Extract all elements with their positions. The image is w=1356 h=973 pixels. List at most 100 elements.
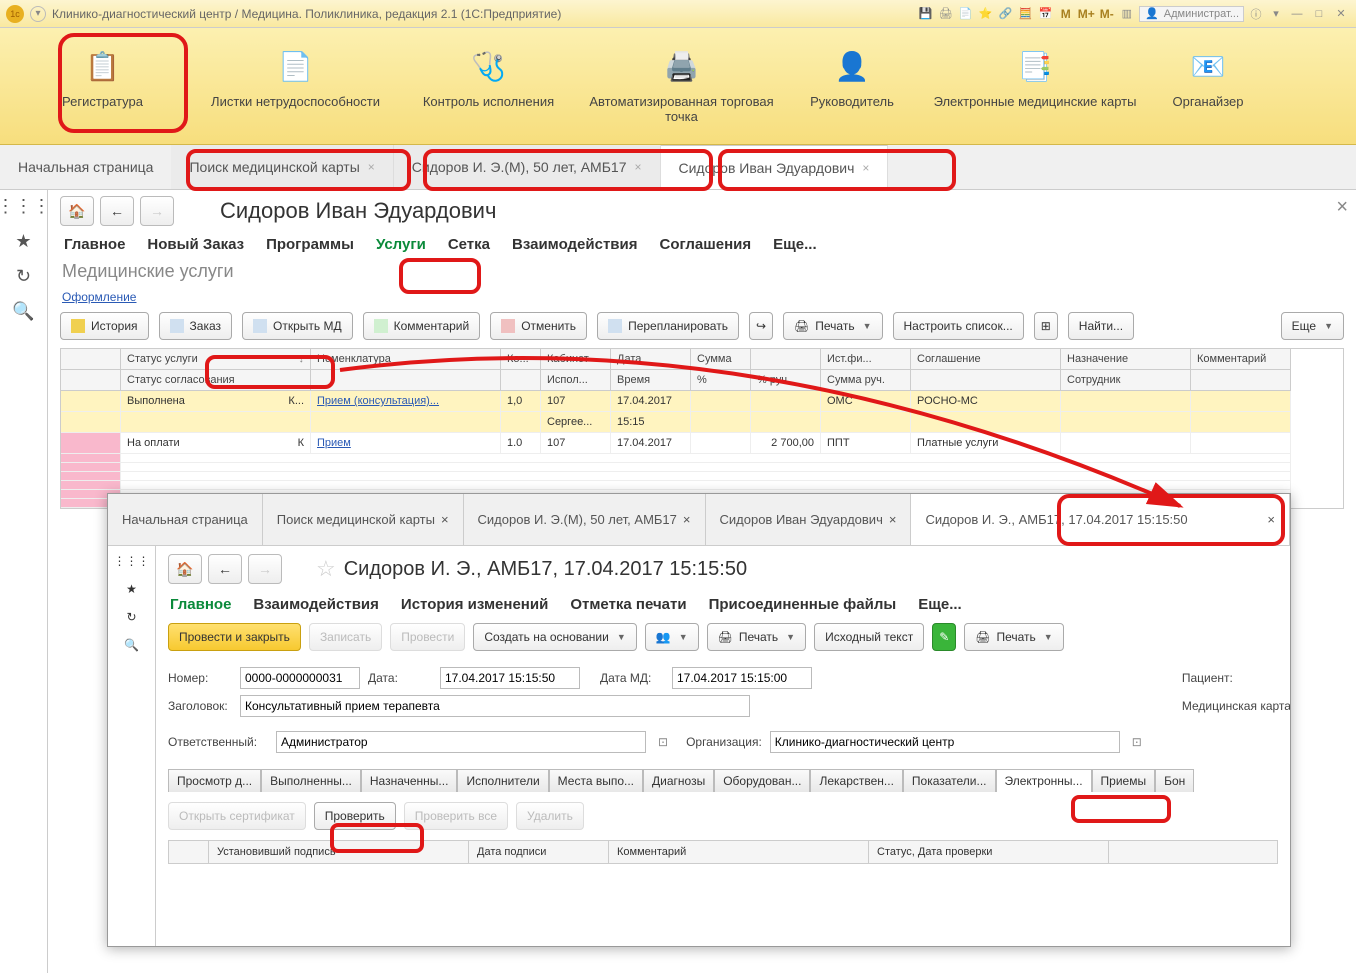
service-link[interactable]: Прием [317,437,351,449]
mdtab-history[interactable]: История изменений [401,596,548,613]
star-icon[interactable]: ⭐ [978,6,994,22]
link-icon[interactable]: 🔗 [998,6,1014,22]
close-icon[interactable]: × [889,512,897,527]
tab-patient-card[interactable]: Сидоров И. Э.(М), 50 лет, АМБ17× [394,145,661,189]
mminus-btn[interactable]: M- [1099,6,1115,22]
mplus-btn[interactable]: M+ [1078,6,1095,22]
st-electronic[interactable]: Электронны... [996,769,1092,792]
minimize-icon[interactable]: — [1288,6,1306,22]
comment-button[interactable]: Комментарий [363,312,481,340]
section-organizer[interactable]: 📧 Органайзер [1148,40,1268,144]
close-icon[interactable]: × [634,160,641,174]
otab-md[interactable]: Сидоров И. Э., АМБ17, 17.04.2017 15:15:5… [911,494,1290,545]
star-icon[interactable]: ★ [126,582,137,596]
otab-search[interactable]: Поиск медицинской карты× [263,494,464,545]
cancel-button[interactable]: Отменить [490,312,587,340]
service-link[interactable]: Прием (консультация)... [317,395,439,407]
table-row[interactable] [61,454,1343,463]
tab-services[interactable]: Услуги [376,236,426,253]
col-nomenclature[interactable]: Номенклатура [311,349,501,370]
st-equipment[interactable]: Оборудован... [714,769,810,792]
history-icon[interactable]: ↻ [126,610,136,624]
title-field[interactable] [240,695,750,717]
table-row[interactable] [61,463,1343,472]
col-percent-man[interactable]: % руч. [751,370,821,391]
delete-button[interactable]: Удалить [516,802,584,830]
home-button[interactable]: 🏠 [60,196,94,226]
col-approval[interactable]: Статус согласования [121,370,311,391]
sign-col-status[interactable]: Статус, Дата проверки [869,841,1109,863]
history-icon[interactable]: ↻ [16,266,31,287]
forward-button[interactable]: → [140,196,174,226]
link-design[interactable]: Оформление [62,290,136,304]
tab-new-order[interactable]: Новый Заказ [147,236,244,253]
check-button[interactable]: Проверить [314,802,396,830]
close-icon[interactable]: × [683,512,691,527]
st-meds[interactable]: Лекарствен... [810,769,902,792]
open-icon[interactable]: ⊡ [1132,735,1142,749]
calc-icon[interactable]: 🧮 [1018,6,1034,22]
col-worker[interactable]: Сотрудник [1061,370,1191,391]
col-percent[interactable]: % [691,370,751,391]
check-all-button[interactable]: Проверить все [404,802,508,830]
section-listki[interactable]: 📄 Листки нетрудоспособности [203,40,388,144]
st-visits[interactable]: Приемы [1092,769,1156,792]
replan-button[interactable]: Перепланировать [597,312,739,340]
configure-button[interactable]: Настроить список... [893,312,1024,340]
mdtab-files[interactable]: Присоединенные файлы [709,596,897,613]
datemd-field[interactable] [672,667,812,689]
resp-field[interactable] [276,731,646,753]
date-field[interactable] [440,667,580,689]
home-button[interactable]: 🏠 [168,554,202,584]
col-src[interactable]: Ист.фи... [821,349,911,370]
section-manager[interactable]: 👤 Руководитель [782,40,922,144]
sign-col-comment[interactable]: Комментарий [609,841,869,863]
open-cert-button[interactable]: Открыть сертификат [168,802,306,830]
col-time[interactable]: Время [611,370,691,391]
star-icon[interactable]: ★ [15,231,31,252]
tab-search-card[interactable]: Поиск медицинской карты× [171,145,393,189]
mdtab-print[interactable]: Отметка печати [570,596,686,613]
col-date[interactable]: Дата [611,349,691,370]
st-preview[interactable]: Просмотр д... [168,769,261,792]
save-icon[interactable]: 💾 [918,6,934,22]
sign-col-date[interactable]: Дата подписи [469,841,609,863]
col-comment[interactable]: Комментарий [1191,349,1291,370]
close-icon[interactable]: × [1267,512,1275,527]
close-icon[interactable]: × [862,161,869,175]
st-done[interactable]: Выполненны... [261,769,361,792]
more-button[interactable]: Еще▼ [1281,312,1344,340]
tab-more[interactable]: Еще... [773,236,817,253]
tab-agreements[interactable]: Соглашения [660,236,752,253]
menu-icon[interactable]: ⋮⋮⋮ [0,196,51,217]
edit-button[interactable]: ✎ [932,623,956,651]
table-row[interactable] [61,472,1343,481]
close-icon[interactable]: ✕ [1332,6,1350,22]
back-icon[interactable]: ▾ [30,6,46,22]
st-diagnoses[interactable]: Диагнозы [643,769,714,792]
print-icon[interactable]: 🖨 [938,6,954,22]
col-doctor[interactable]: Испол... [541,370,611,391]
post-button[interactable]: Провести [390,623,465,651]
col-purpose[interactable]: Назначение [1061,349,1191,370]
open-icon[interactable]: ⊡ [658,735,668,749]
tab-patient[interactable]: Сидоров Иван Эдуардович× [661,145,889,189]
search-icon[interactable]: 🔍 [124,638,139,652]
back-button[interactable]: ← [208,554,242,584]
st-bonus[interactable]: Бон [1155,769,1194,792]
table-row[interactable]: Сергее... 15:15 [61,412,1343,433]
table-row[interactable]: ВыполненаК... Прием (консультация)... 1,… [61,391,1343,412]
src-text-button[interactable]: Исходный текст [814,623,924,651]
section-registratura[interactable]: 📋 Регистратура [10,40,195,144]
st-assigned[interactable]: Назначенны... [361,769,458,792]
drop-icon[interactable]: ▾ [1268,6,1284,22]
col-blank[interactable] [61,349,121,370]
tab-grid[interactable]: Сетка [448,236,490,253]
print-button[interactable]: 🖨Печать▼ [783,312,882,340]
back-button[interactable]: ← [100,196,134,226]
maximize-icon[interactable]: □ [1310,6,1328,22]
mdtab-interactions[interactable]: Взаимодействия [253,596,379,613]
close-page-icon[interactable]: × [1336,196,1348,219]
open-md-button[interactable]: Открыть МД [242,312,353,340]
tab-interactions[interactable]: Взаимодействия [512,236,638,253]
